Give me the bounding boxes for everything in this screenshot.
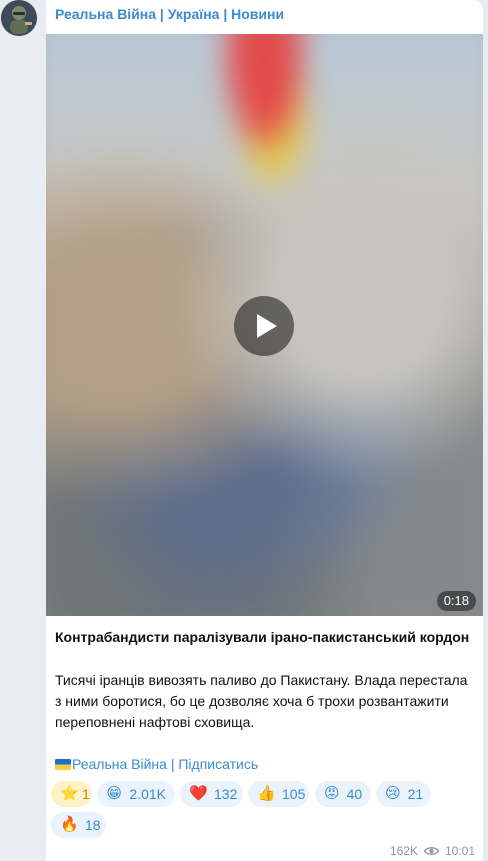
soldier-avatar-icon <box>1 0 37 36</box>
grin-icon: 😁 <box>106 785 123 802</box>
reaction-angry[interactable]: 😡 40 <box>315 781 371 807</box>
reaction-count: 132 <box>214 786 238 802</box>
view-count: 162K <box>389 844 418 858</box>
play-icon <box>257 314 277 338</box>
message-bubble: Реальна Війна | Україна | Новини 0:18 Ко… <box>46 0 483 861</box>
reaction-count: 18 <box>85 817 101 833</box>
reaction-count: 40 <box>346 786 363 802</box>
cry-icon: 😢 <box>385 785 401 802</box>
video-duration: 0:18 <box>436 591 476 611</box>
angry-icon: 😡 <box>324 785 340 802</box>
reaction-count: 1 <box>82 786 90 802</box>
fire-icon: 🔥 <box>60 816 79 833</box>
chat-left-gutter <box>0 0 46 861</box>
reaction-grin[interactable]: 😁 2.01K <box>97 781 175 807</box>
reaction-fire[interactable]: 🔥 18 <box>51 812 106 838</box>
message-time: 10:01 <box>444 844 475 858</box>
reaction-thumbs-up[interactable]: 👍 105 <box>248 781 309 807</box>
channel-title[interactable]: Реальна Війна | Україна | Новини <box>55 6 284 24</box>
reaction-heart[interactable]: ❤️ 132 <box>180 781 243 807</box>
play-button[interactable] <box>234 296 294 356</box>
post-body: Тисячі іранців вивозять паливо до Пакист… <box>55 672 468 730</box>
subscribe-link[interactable]: Реальна Війна | Підписатись <box>72 756 258 772</box>
reaction-count: 105 <box>282 786 306 802</box>
reaction-count: 2.01K <box>129 786 166 802</box>
reaction-count: 21 <box>407 786 424 802</box>
video-preview[interactable]: 0:18 <box>46 34 483 616</box>
ukraine-flag-icon <box>55 758 71 770</box>
heart-icon: ❤️ <box>189 785 208 802</box>
post-title: Контрабандисти паралізували ірано-пакист… <box>55 629 470 645</box>
channel-avatar[interactable] <box>1 0 37 36</box>
subscribe-link-row: Реальна Війна | Підписатись <box>55 755 258 773</box>
thumbs-up-icon: 👍 <box>257 785 276 802</box>
message-footer: 162K 10:01 <box>390 843 475 859</box>
eye-icon <box>423 847 439 855</box>
reaction-star[interactable]: ⭐ 1 <box>51 781 92 807</box>
reaction-cry[interactable]: 😢 21 <box>376 781 431 807</box>
star-icon: ⭐ <box>60 785 79 802</box>
